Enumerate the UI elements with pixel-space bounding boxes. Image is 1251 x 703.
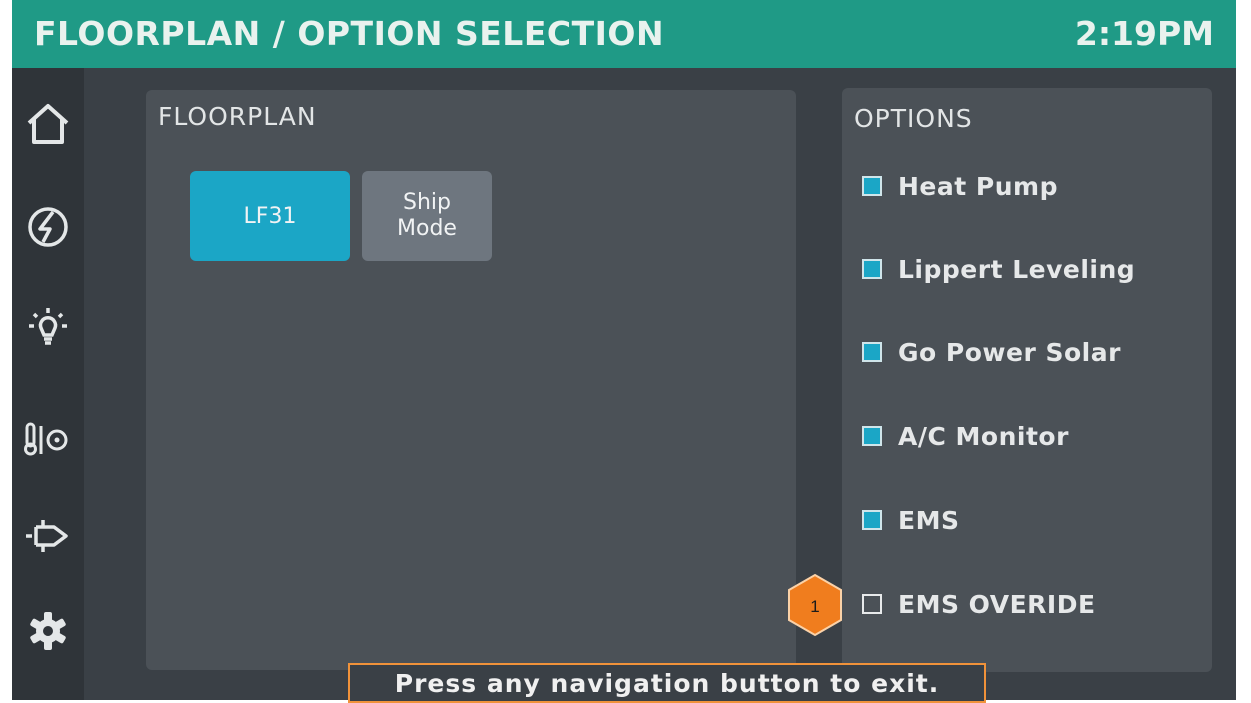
nav-settings[interactable] [22, 605, 74, 657]
nav-power[interactable] [22, 201, 74, 253]
option-label: A/C Monitor [898, 421, 1069, 451]
option-go-power-solar[interactable]: Go Power Solar [862, 332, 1121, 372]
clock: 2:19PM [1074, 14, 1214, 53]
checkbox[interactable] [862, 342, 882, 362]
nav-home[interactable] [22, 98, 74, 150]
screen: FLOORPLAN / OPTION SELECTION 2:19PM FLOO… [12, 0, 1236, 700]
checkbox[interactable] [862, 176, 882, 196]
power-icon [28, 207, 68, 247]
header-bar: FLOORPLAN / OPTION SELECTION 2:19PM [12, 0, 1236, 68]
floorplan-lf31-button[interactable]: LF31 [190, 171, 350, 261]
callout-badge: 1 [788, 573, 842, 637]
nav-climate[interactable] [22, 413, 74, 465]
ship-mode-button[interactable]: Ship Mode [362, 171, 492, 261]
exit-message: Press any navigation button to exit. [348, 663, 986, 703]
floorplan-title: FLOORPLAN [158, 102, 317, 131]
checkbox[interactable] [862, 594, 882, 614]
callout-number: 1 [810, 597, 819, 616]
option-label: Go Power Solar [898, 337, 1121, 367]
option-lippert-leveling[interactable]: Lippert Leveling [862, 249, 1135, 289]
option-label: Lippert Leveling [898, 254, 1136, 284]
generator-icon [26, 520, 68, 552]
nav-lights[interactable] [22, 302, 74, 354]
option-ems[interactable]: EMS [862, 500, 959, 540]
option-label: EMS [898, 505, 960, 535]
option-label: EMS OVERIDE [898, 589, 1096, 619]
floorplan-panel: FLOORPLAN LF31 Ship Mode [146, 90, 796, 670]
options-title: OPTIONS [854, 104, 973, 133]
light-icon [29, 308, 67, 345]
option-ac-monitor[interactable]: A/C Monitor [862, 416, 1069, 456]
checkbox[interactable] [862, 259, 882, 279]
climate-icon [24, 422, 68, 456]
checkbox[interactable] [862, 426, 882, 446]
sidebar [12, 68, 84, 700]
option-heat-pump[interactable]: Heat Pump [862, 166, 1058, 206]
nav-generator[interactable] [22, 510, 74, 562]
page-title: FLOORPLAN / OPTION SELECTION [34, 14, 665, 53]
checkbox[interactable] [862, 510, 882, 530]
option-label: Heat Pump [898, 171, 1058, 201]
options-panel: OPTIONS Heat Pump Lippert Leveling Go Po… [842, 88, 1212, 672]
settings-icon [30, 612, 66, 650]
home-icon [27, 104, 69, 144]
option-ems-overide[interactable]: EMS OVERIDE [862, 584, 1096, 624]
